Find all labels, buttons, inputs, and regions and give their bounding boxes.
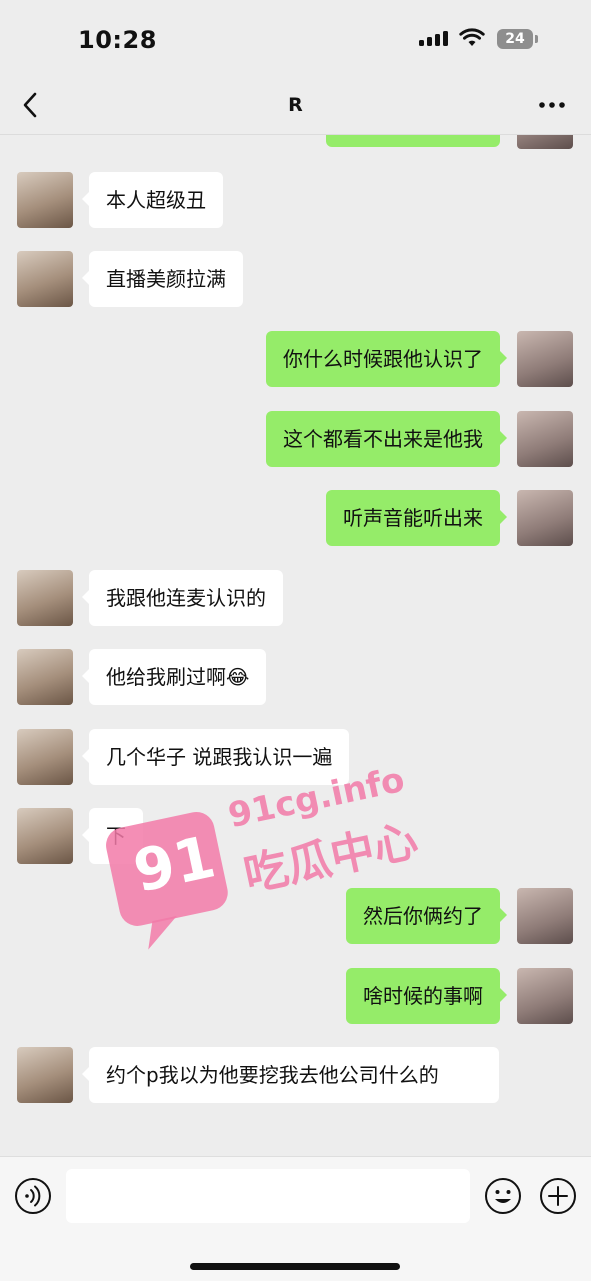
plus-icon[interactable]: [539, 1177, 577, 1215]
battery-icon: 24: [497, 29, 533, 49]
contact-avatar[interactable]: [17, 172, 73, 228]
my-avatar[interactable]: [517, 490, 573, 546]
chat-header: R: [0, 80, 591, 135]
contact-avatar[interactable]: [17, 1047, 73, 1103]
incoming-bubble[interactable]: 我跟他连麦认识的: [82, 570, 283, 626]
status-time: 10:28: [78, 26, 157, 54]
message-list[interactable]: 本人超级丑 直播美颜拉满 你什么时候跟他认识了 这个都看不出来是他我 听声音能听…: [0, 135, 591, 1155]
more-dots-icon[interactable]: [534, 90, 570, 120]
my-avatar[interactable]: [517, 331, 573, 387]
voice-icon[interactable]: [14, 1177, 52, 1215]
cellular-signal-icon: [419, 30, 449, 46]
message-text: 他给我刷过啊: [106, 665, 226, 689]
outgoing-bubble[interactable]: 听声音能听出来: [326, 490, 507, 546]
my-avatar[interactable]: [517, 968, 573, 1024]
message-input[interactable]: [66, 1169, 470, 1223]
my-avatar[interactable]: [517, 135, 573, 149]
laughing-emoji-icon: 😂: [226, 665, 250, 689]
battery-tip: [535, 35, 538, 43]
outgoing-bubble[interactable]: 啥时候的事啊: [346, 968, 507, 1024]
outgoing-bubble[interactable]: 这个都看不出来是他我: [266, 411, 507, 467]
outgoing-bubble[interactable]: 然后你俩约了: [346, 888, 507, 944]
contact-avatar[interactable]: [17, 251, 73, 307]
incoming-bubble[interactable]: 他给我刷过啊😂: [81, 649, 267, 705]
home-indicator: [190, 1263, 400, 1270]
smiley-icon[interactable]: [484, 1177, 522, 1215]
incoming-bubble[interactable]: 下: [82, 808, 143, 864]
outgoing-bubble[interactable]: [326, 135, 500, 147]
contact-avatar[interactable]: [17, 649, 73, 705]
incoming-bubble[interactable]: 约个p我以为他要挖我去他公司什么的: [82, 1047, 499, 1103]
chat-title: R: [288, 94, 303, 116]
contact-avatar[interactable]: [17, 808, 73, 864]
outgoing-bubble[interactable]: 你什么时候跟他认识了: [266, 331, 507, 387]
incoming-bubble[interactable]: 本人超级丑: [82, 172, 223, 228]
incoming-bubble[interactable]: 直播美颜拉满: [82, 251, 243, 307]
incoming-bubble[interactable]: 几个华子 说跟我认识一遍: [81, 729, 350, 785]
my-avatar[interactable]: [517, 888, 573, 944]
wifi-icon: [459, 28, 485, 46]
contact-avatar[interactable]: [17, 729, 73, 785]
partial-message: [0, 135, 591, 149]
contact-avatar[interactable]: [17, 570, 73, 626]
my-avatar[interactable]: [517, 411, 573, 467]
input-bar: [0, 1156, 591, 1281]
status-bar: 10:28 24: [0, 0, 591, 80]
